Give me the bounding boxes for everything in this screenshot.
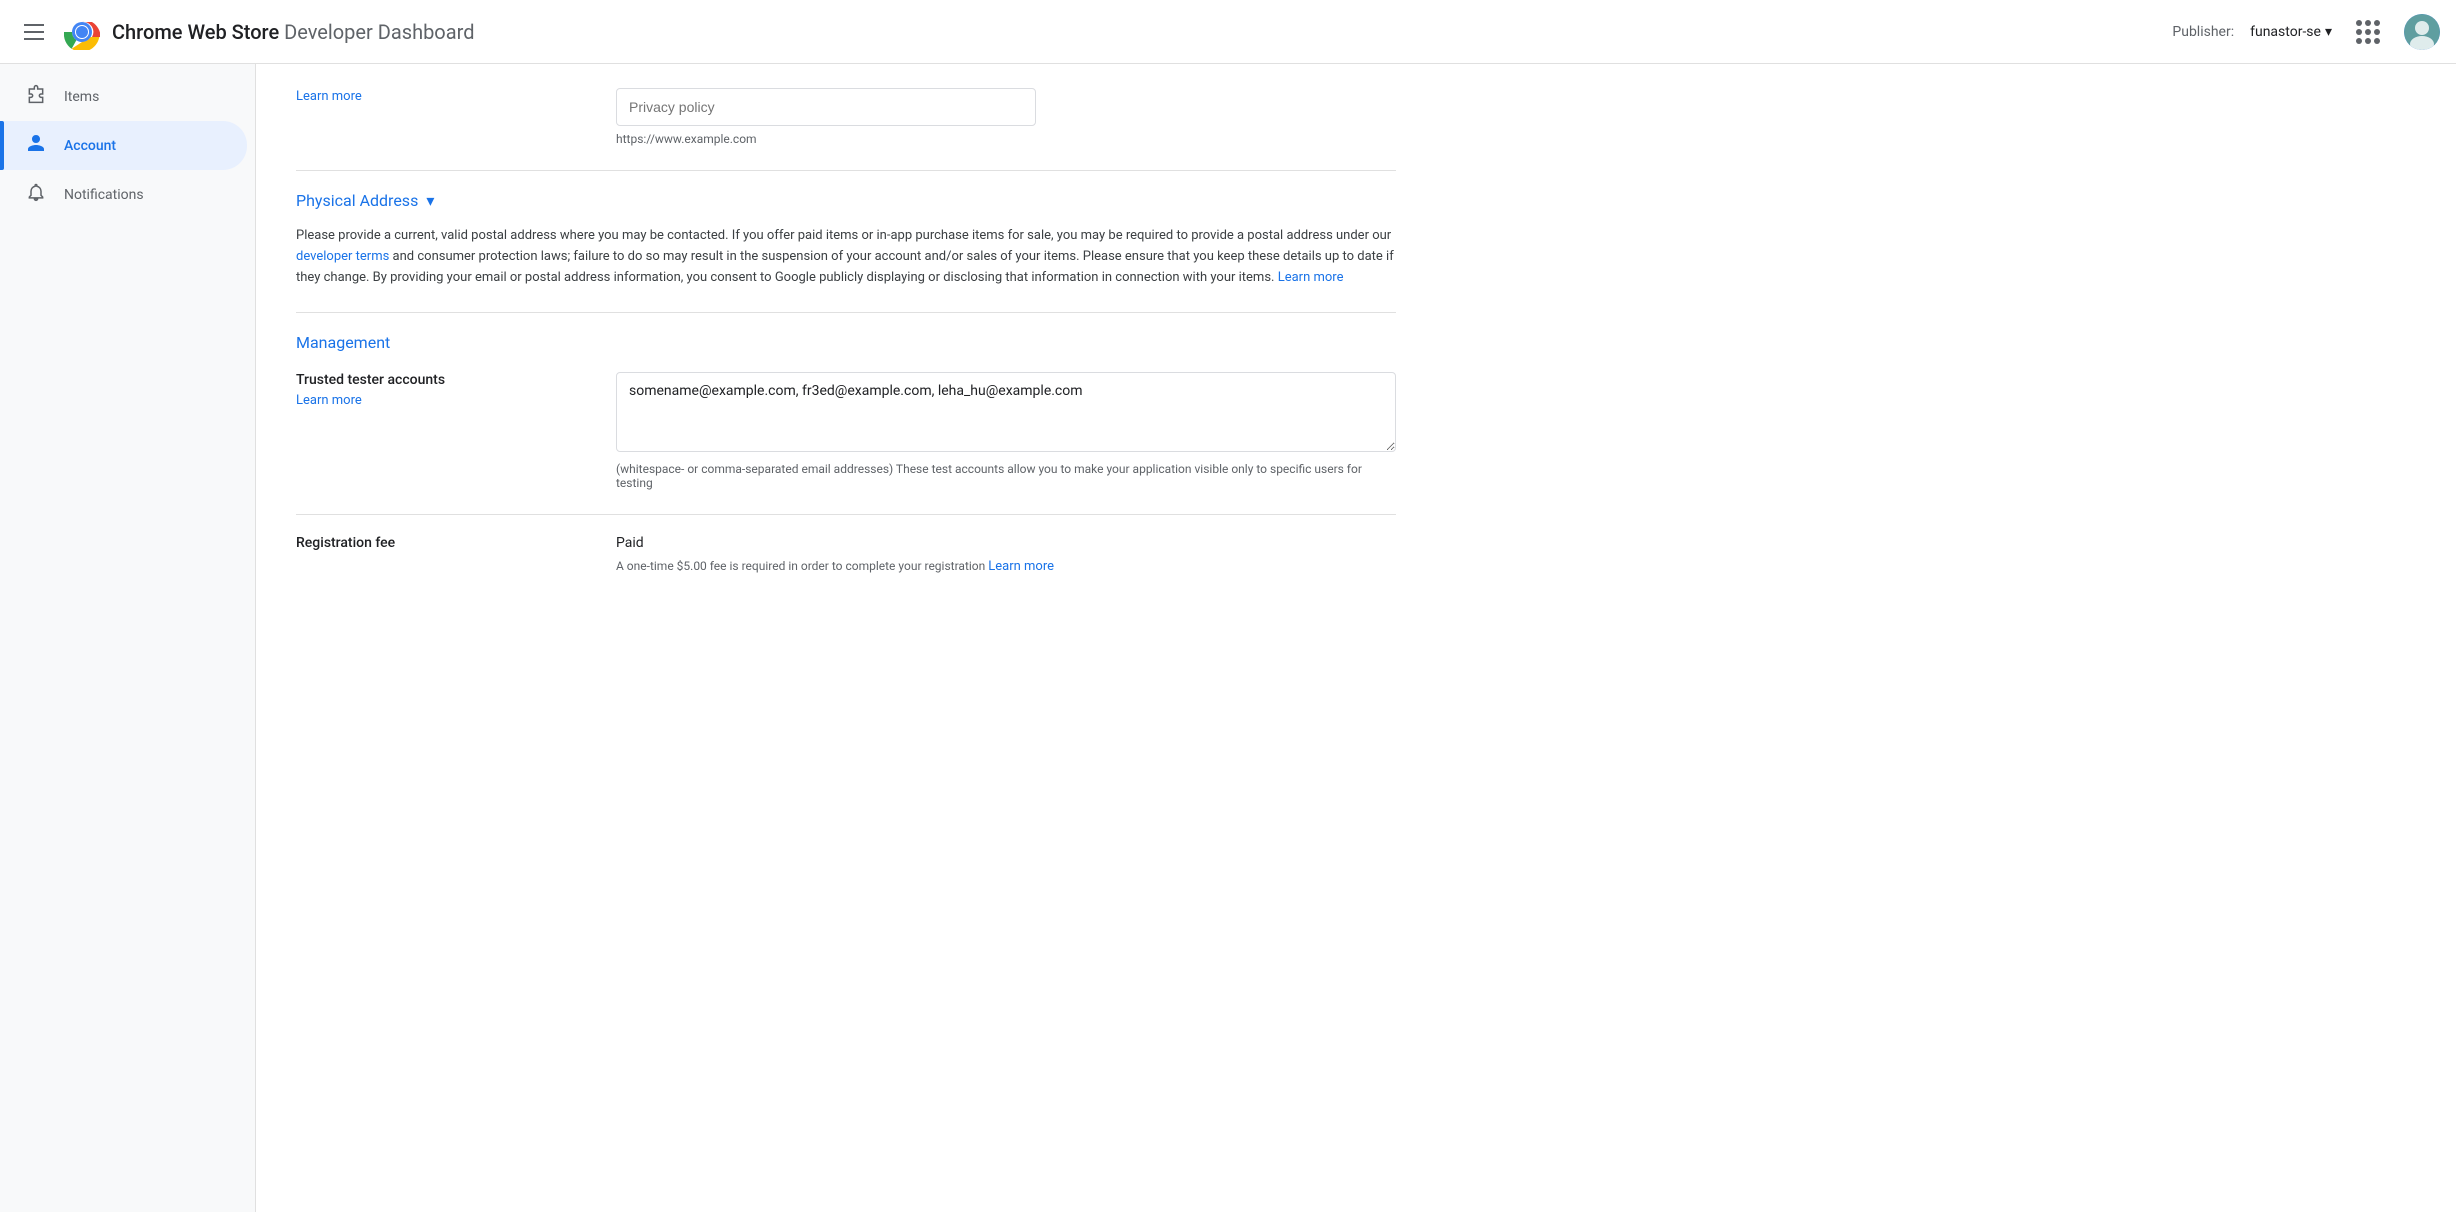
registration-fee-learn-more-link[interactable]: Learn more	[988, 559, 1054, 574]
puzzle-icon	[24, 84, 48, 109]
account-section: Learn more https://www.example.com Physi…	[296, 88, 1396, 574]
app-subtitle: Developer Dashboard	[284, 20, 474, 44]
hamburger-menu-icon[interactable]	[16, 16, 52, 48]
privacy-policy-learn-more-link[interactable]: Learn more	[296, 89, 362, 104]
chrome-logo-icon	[64, 14, 100, 50]
physical-address-chevron-icon[interactable]: ▾	[426, 191, 434, 210]
divider-1	[296, 170, 1396, 171]
app-name: Chrome Web Store	[112, 20, 279, 44]
privacy-policy-row: Learn more https://www.example.com	[296, 88, 1396, 146]
trusted-tester-row: Trusted tester accounts Learn more somen…	[296, 372, 1396, 490]
publisher-name-text: funastor-se	[2250, 24, 2321, 40]
trusted-tester-textarea[interactable]: somename@example.com, fr3ed@example.com,…	[616, 372, 1396, 452]
apps-grid-icon[interactable]	[2348, 12, 2388, 52]
sidebar-notifications-label: Notifications	[64, 187, 144, 203]
privacy-policy-input-hint: https://www.example.com	[616, 132, 1396, 146]
privacy-policy-input-col: https://www.example.com	[616, 88, 1396, 146]
developer-terms-link[interactable]: developer terms	[296, 249, 389, 264]
person-icon	[24, 133, 48, 158]
divider-3	[296, 514, 1396, 515]
sidebar-account-label: Account	[64, 138, 116, 154]
header-left: Chrome Web Store Developer Dashboard	[16, 14, 2172, 50]
privacy-policy-input[interactable]	[616, 88, 1036, 126]
registration-fee-description: A one-time $5.00 fee is required in orde…	[616, 559, 1396, 574]
trusted-tester-label: Trusted tester accounts	[296, 372, 576, 388]
trusted-tester-learn-more-link[interactable]: Learn more	[296, 393, 362, 408]
sidebar-item-notifications[interactable]: Notifications	[0, 170, 247, 219]
registration-fee-label: Registration fee	[296, 535, 576, 551]
physical-address-title[interactable]: Physical Address	[296, 191, 418, 210]
trusted-tester-hint: (whitespace- or comma-separated email ad…	[616, 462, 1396, 490]
app-container: Items Account Notifications	[0, 64, 2456, 1212]
registration-fee-value-col: Paid A one-time $5.00 fee is required in…	[616, 535, 1396, 574]
header-title: Chrome Web Store Developer Dashboard	[112, 20, 474, 44]
header-right: Publisher: funastor-se ▾	[2172, 12, 2440, 52]
publisher-label: Publisher:	[2172, 24, 2234, 40]
registration-fee-row: Registration fee Paid A one-time $5.00 f…	[296, 535, 1396, 574]
management-title: Management	[296, 333, 1396, 352]
publisher-selector[interactable]: funastor-se ▾	[2250, 24, 2332, 40]
app-header: Chrome Web Store Developer Dashboard Pub…	[0, 0, 2456, 64]
trusted-tester-input-col: somename@example.com, fr3ed@example.com,…	[616, 372, 1396, 490]
main-content: Learn more https://www.example.com Physi…	[256, 64, 2456, 1212]
registration-fee-label-col: Registration fee	[296, 535, 576, 555]
divider-2	[296, 312, 1396, 313]
sidebar-item-account[interactable]: Account	[0, 121, 247, 170]
sidebar: Items Account Notifications	[0, 64, 256, 1212]
sidebar-item-items[interactable]: Items	[0, 72, 247, 121]
physical-address-description: Please provide a current, valid postal a…	[296, 226, 1396, 288]
privacy-policy-label-col: Learn more	[296, 88, 576, 104]
registration-fee-value: Paid	[616, 535, 1396, 551]
trusted-tester-label-col: Trusted tester accounts Learn more	[296, 372, 576, 408]
physical-address-header: Physical Address ▾	[296, 191, 1396, 210]
sidebar-items-label: Items	[64, 89, 99, 105]
physical-address-learn-more-link[interactable]: Learn more	[1278, 270, 1344, 285]
bell-icon	[24, 182, 48, 207]
user-avatar[interactable]	[2404, 14, 2440, 50]
chevron-down-icon: ▾	[2325, 24, 2332, 40]
